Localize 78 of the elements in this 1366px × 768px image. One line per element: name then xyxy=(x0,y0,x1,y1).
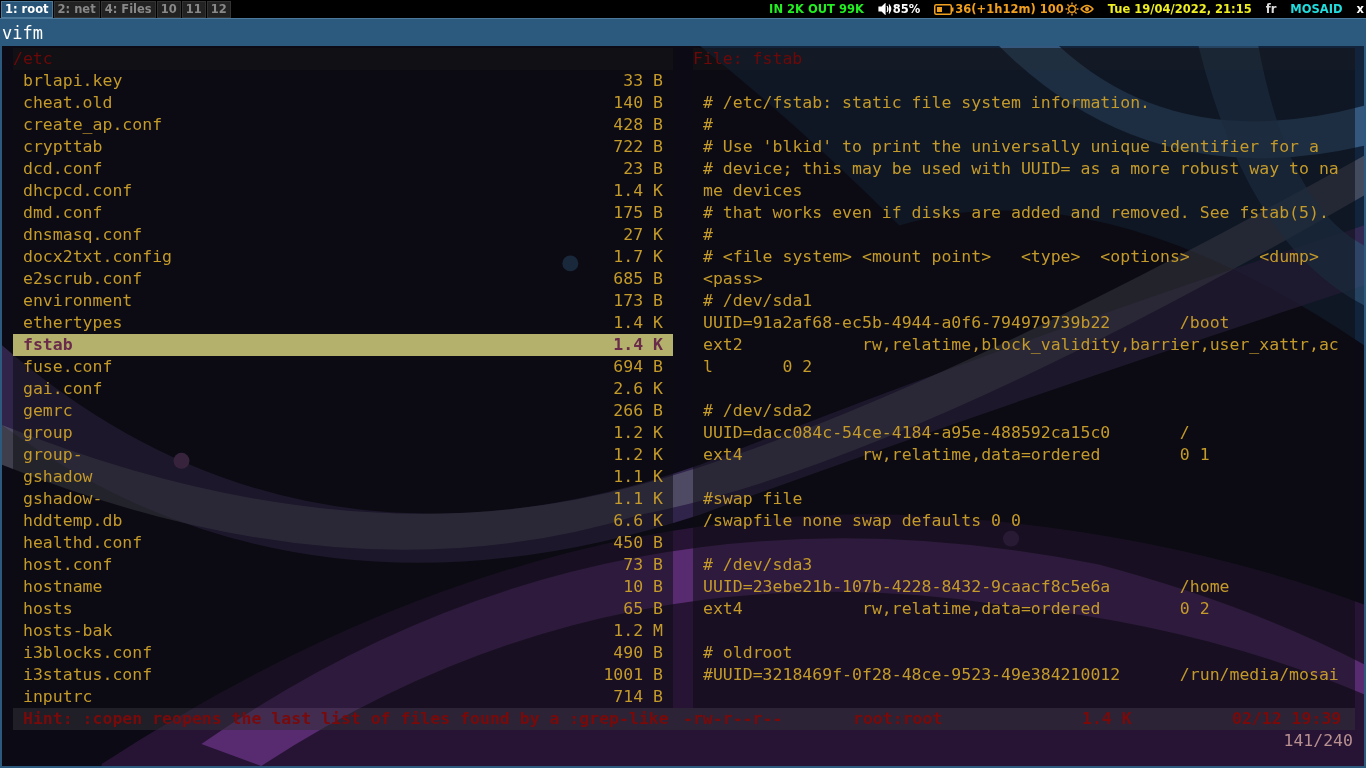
status-text: x xyxy=(1356,2,1364,16)
file-row[interactable]: fuse.conf 694 B xyxy=(13,356,673,378)
preview-line: # xyxy=(702,224,714,246)
file-row[interactable]: group 1.2 K xyxy=(13,422,673,444)
file-row[interactable]: hosts 65 B xyxy=(13,598,673,620)
workspace-button[interactable]: 4: Files xyxy=(100,0,156,18)
file-header: File: fstab xyxy=(693,48,1355,70)
workspace-button[interactable]: 1: root xyxy=(1,0,53,18)
file-row[interactable]: gai.conf 2.6 K xyxy=(13,378,673,400)
preview-line: ext2 rw,relatime,block_validity,barrier,user_xattr,ac xyxy=(702,334,1340,356)
file-permissions: -rw-r--r-- xyxy=(683,708,784,730)
file-row[interactable]: dcd.conf 23 B xyxy=(13,158,673,180)
preview-line: # oldroot xyxy=(702,642,794,664)
preview-line: #UUID=3218469f-0f28-48ce-9523-49e384210012 /run/media/mosai xyxy=(702,664,1340,686)
file-row[interactable]: cheat.old 140 B xyxy=(13,92,673,114)
file-row[interactable]: gshadow 1.1 K xyxy=(13,466,673,488)
workspace-button[interactable]: 2: net xyxy=(53,0,100,18)
file-owner: root:root xyxy=(853,708,944,730)
preview-line: # device; this may be used with UUID= as a more robust way to na xyxy=(702,158,1340,180)
file-row[interactable]: inputrc 714 B xyxy=(13,686,673,708)
preview-line: # /etc/fstab: static file system information. xyxy=(702,92,1152,114)
preview-line: UUID=23ebe21b-107b-4228-8432-9caacf8c5e6a /home xyxy=(702,576,1231,598)
file-row[interactable]: ethertypes 1.4 K xyxy=(13,312,673,334)
path-header: /etc xyxy=(13,48,673,70)
preview-line: me devices xyxy=(702,180,804,202)
file-row[interactable]: host.conf 73 B xyxy=(13,554,673,576)
file-row[interactable]: e2scrub.conf 685 B xyxy=(13,268,673,290)
preview-line: # <file system> <mount point> <type> <options> <dump> xyxy=(702,246,1320,268)
workspace-button[interactable]: 11 xyxy=(181,0,206,18)
preview-line: # /dev/sda1 xyxy=(702,290,814,312)
file-row[interactable]: healthd.conf 450 B xyxy=(13,532,673,554)
file-row[interactable]: i3status.conf 1001 B xyxy=(13,664,673,686)
date-time: Tue 19/04/2022, 21:15 xyxy=(1107,2,1252,16)
preview-line: # /dev/sda2 xyxy=(702,400,814,422)
file-row[interactable]: gshadow- 1.1 K xyxy=(13,488,673,510)
hint-text: Hint: :copen reopens the last list of files found by a :grep-like xyxy=(23,708,670,730)
file-row[interactable]: crypttab 722 B xyxy=(13,136,673,158)
file-row[interactable]: create_ap.conf 428 B xyxy=(13,114,673,136)
file-row[interactable]: brlapi.key 33 B xyxy=(13,70,673,92)
file-row[interactable]: gemrc 266 B xyxy=(13,400,673,422)
window-title: vifm xyxy=(2,22,43,43)
preview-line: l 0 2 xyxy=(702,356,814,378)
eye-icon xyxy=(1079,4,1094,14)
file-row[interactable]: group- 1.2 K xyxy=(13,444,673,466)
preview-line: UUID=91a2af68-ec5b-4944-a0f6-794979739b22 /boot xyxy=(702,312,1231,334)
file-row[interactable]: dmd.conf 175 B xyxy=(13,202,673,224)
volume-level: 85% xyxy=(892,2,921,16)
battery-status: 36(+1h12m) 100 xyxy=(955,2,1064,16)
preview-line: /swapfile none swap defaults 0 0 xyxy=(702,510,1022,532)
file-row[interactable]: hddtemp.db 6.6 K xyxy=(13,510,673,532)
preview-line: # xyxy=(702,114,714,136)
preview-line: # Use 'blkid' to print the universally unique identifier for a xyxy=(702,136,1320,158)
network-status: IN 2K OUT 99K xyxy=(769,2,864,16)
file-row[interactable]: hostname 10 B xyxy=(13,576,673,598)
file-row[interactable]: docx2txt.config 1.7 K xyxy=(13,246,673,268)
file-row[interactable]: dhcpcd.conf 1.4 K xyxy=(13,180,673,202)
sun-icon xyxy=(1064,2,1079,16)
preview-line: # /dev/sda3 xyxy=(702,554,814,576)
file-size: 1.4 K xyxy=(1082,708,1133,730)
file-row[interactable]: dnsmasq.conf 27 K xyxy=(13,224,673,246)
position-counter: 141/240 xyxy=(1283,730,1353,752)
file-row[interactable]: hosts-bak 1.2 M xyxy=(13,620,673,642)
preview-line: #swap file xyxy=(702,488,804,510)
preview-line: ext4 rw,relatime,data=ordered 0 1 xyxy=(702,444,1211,466)
preview-line: # that works even if disks are added and removed. See fstab(5). xyxy=(702,202,1330,224)
workspace-button[interactable]: 10 xyxy=(156,0,181,18)
file-row[interactable]: i3blocks.conf 490 B xyxy=(13,642,673,664)
preview-line: ext4 rw,relatime,data=ordered 0 2 xyxy=(702,598,1211,620)
preview-line: UUID=dacc084c-54ce-4184-a95e-488592ca15c0 / xyxy=(702,422,1191,444)
battery-icon xyxy=(934,3,955,15)
preview-line: <pass> xyxy=(702,268,764,290)
user-name: MOSAID xyxy=(1290,2,1343,16)
file-row[interactable]: fstab 1.4 K xyxy=(13,334,673,356)
file-row[interactable]: environment 173 B xyxy=(13,290,673,312)
workspace-button[interactable]: 12 xyxy=(206,0,231,18)
file-date: 02/12 19:39 xyxy=(1232,708,1343,730)
keyboard-layout: fr xyxy=(1265,2,1277,16)
speaker-icon xyxy=(877,3,892,15)
